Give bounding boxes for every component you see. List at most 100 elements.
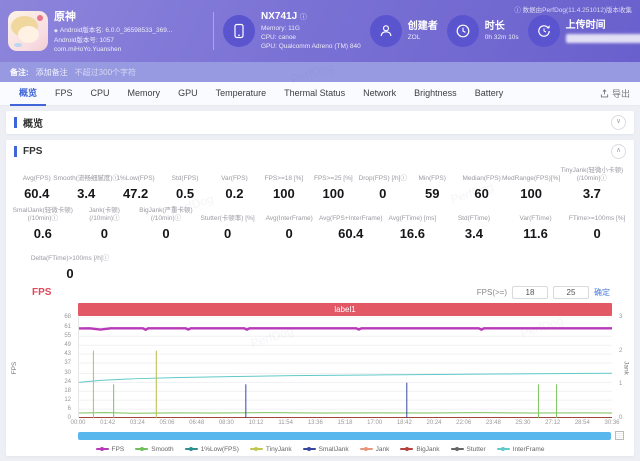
stat-cell: Smooth(流畅细腻度)ⓘ3.4 <box>61 166 110 201</box>
clock-icon <box>447 15 479 47</box>
tab-10[interactable]: Battery <box>466 82 513 106</box>
stat-label: Delta(FTime)>100ms [/h]ⓘ <box>14 246 126 263</box>
stat-label: Median(FPS) <box>459 166 504 183</box>
chart-legend: FPS Smooth 1%Low(FPS) TinyJank SmallJank Jank… <box>6 442 634 456</box>
stat-label: Avg(FPS+InterFrame) <box>322 206 380 223</box>
stat-cell: SmallJank(轻微卡顿)(/10min)ⓘ0.6 <box>12 206 74 241</box>
tab-9[interactable]: Brightness <box>405 82 466 106</box>
tab-3[interactable]: CPU <box>82 82 119 106</box>
stat-label: SmallJank(轻微卡顿)(/10min)ⓘ <box>14 206 72 223</box>
stat-value: 100 <box>311 186 356 201</box>
legend-marker <box>303 448 316 450</box>
stat-cell: Jank(卡顿)(/10min)ⓘ0 <box>74 206 136 241</box>
stat-value: 3.4 <box>63 186 108 201</box>
chart-controls: FPS FPS(>=) 确定 <box>6 285 634 302</box>
x-axis-tick: 08:30 <box>219 420 234 426</box>
tab-5[interactable]: GPU <box>169 82 207 106</box>
x-axis-tick: 06:48 <box>189 420 204 426</box>
section-accent <box>14 146 17 157</box>
legend-item-Smooth[interactable]: Smooth <box>135 446 173 453</box>
chart-plot-area[interactable] <box>78 317 612 418</box>
stat-value: 3.4 <box>445 226 503 241</box>
stat-value: 60.4 <box>14 186 59 201</box>
chart-scroll-row <box>78 432 624 442</box>
legend-item-1%Low(FPS)[interactable]: 1%Low(FPS) <box>185 446 239 453</box>
legend-marker <box>135 448 148 450</box>
x-axis-tick: 23:48 <box>486 420 501 426</box>
stat-cell: Avg(FTime) [ms]16.6 <box>382 206 444 241</box>
x-axis-tick: 28:54 <box>575 420 590 426</box>
legend-item-FPS[interactable]: FPS <box>96 446 125 453</box>
stat-cell: Median(FPS)60 <box>457 166 506 201</box>
chart-scrollbar[interactable] <box>78 432 611 440</box>
y-axis-tick: 68 <box>64 314 71 320</box>
app-info-block: 原神 ◆Android版本名: 6.0.0_36598533_369... An… <box>8 8 204 54</box>
stat-label: Jank(卡顿)(/10min)ⓘ <box>76 206 134 223</box>
stat-value: 100 <box>508 186 553 201</box>
note-label: 备注: <box>10 67 29 78</box>
scrollbar-grid-icon[interactable] <box>615 431 624 440</box>
legend-item-TinyJank[interactable]: TinyJank <box>250 446 292 453</box>
stat-label: FPS>=25 [%] <box>311 166 356 183</box>
legend-label: Smooth <box>151 446 173 453</box>
chart-region-band[interactable]: label1 <box>78 303 612 316</box>
legend-label: InterFrame <box>513 446 545 453</box>
stat-label: Std(FPS) <box>162 166 207 183</box>
tab-8[interactable]: Network <box>354 82 405 106</box>
legend-item-Stutter[interactable]: Stutter <box>451 446 486 453</box>
x-axis-ticks: 00:0001:4203:2405:0606:4808:3010:1211:54… <box>78 419 612 429</box>
x-axis-tick: 27:12 <box>545 420 560 426</box>
tab-7[interactable]: Thermal Status <box>275 82 354 106</box>
app-version-name: ◆Android版本名: 6.0.0_36598533_369... <box>54 26 172 36</box>
history-icon <box>528 15 560 47</box>
creator-value: ZOL <box>408 33 438 42</box>
tab-1[interactable]: 概览 <box>10 82 46 106</box>
duration-value: 0h 32m 10s <box>485 33 519 42</box>
stat-label: Var(FPS) <box>212 166 257 183</box>
upload-time-value-redacted <box>566 34 640 43</box>
duration-label: 时长 <box>485 21 519 33</box>
tab-6[interactable]: Temperature <box>207 82 276 106</box>
stat-cell: FTime>=100ms [%]0 <box>566 206 628 241</box>
tab-2[interactable]: FPS <box>46 82 82 106</box>
fps-threshold-input-1[interactable] <box>512 286 548 299</box>
legend-item-BigJank[interactable]: BigJank <box>400 446 439 453</box>
y-axis-left-ticks: FPS 0612182430374349556168 <box>6 317 76 418</box>
y-axis-tick: 49 <box>64 342 71 348</box>
legend-item-SmallJank[interactable]: SmallJank <box>303 446 349 453</box>
confirm-threshold-button[interactable]: 确定 <box>594 287 610 298</box>
tab-4[interactable]: Memory <box>119 82 170 106</box>
stat-cell: Drop(FPS) [/h]ⓘ0 <box>358 166 407 201</box>
stat-label: BigJank(严重卡顿)(/10min)ⓘ <box>137 206 195 223</box>
chevron-down-icon[interactable]: ∨ <box>611 115 626 130</box>
x-axis-tick: 17:00 <box>367 420 382 426</box>
legend-item-Jank[interactable]: Jank <box>360 446 390 453</box>
legend-label: 1%Low(FPS) <box>201 446 239 453</box>
stat-cell: Avg(FPS+InterFrame)60.4 <box>320 206 382 241</box>
legend-item-InterFrame[interactable]: InterFrame <box>497 446 545 453</box>
export-button[interactable]: 导出 <box>600 87 630 100</box>
stat-label: MedRange(FPS)[%] <box>508 166 553 183</box>
creator-label: 创建者 <box>408 21 438 33</box>
legend-marker <box>185 448 198 450</box>
legend-marker <box>497 448 510 450</box>
stat-cell: 1%Low(FPS)47.2 <box>111 166 160 201</box>
device-block: NX741J ⓘ Memory: 11G CPU: canoe GPU: Qua… <box>223 11 361 51</box>
x-axis-tick: 03:24 <box>130 420 145 426</box>
stat-value: 0 <box>14 266 126 281</box>
stat-value: 0.2 <box>212 186 257 201</box>
legend-marker <box>96 448 109 450</box>
add-note-button[interactable]: 添加备注 <box>36 67 68 78</box>
x-axis-tick: 30:36 <box>604 420 619 426</box>
stat-value: 0 <box>137 226 195 241</box>
device-info-icon[interactable]: ⓘ <box>300 14 307 21</box>
stat-cell: Avg(InterFrame)0 <box>258 206 320 241</box>
chevron-up-icon[interactable]: ∧ <box>611 144 626 159</box>
fps-threshold-input-2[interactable] <box>553 286 589 299</box>
stat-value: 100 <box>261 186 306 201</box>
series-FPS <box>79 328 612 329</box>
legend-label: BigJank <box>416 446 439 453</box>
stat-label: FPS>=18 [%] <box>261 166 306 183</box>
legend-marker <box>451 448 464 450</box>
device-cpu: CPU: canoe <box>261 33 361 42</box>
